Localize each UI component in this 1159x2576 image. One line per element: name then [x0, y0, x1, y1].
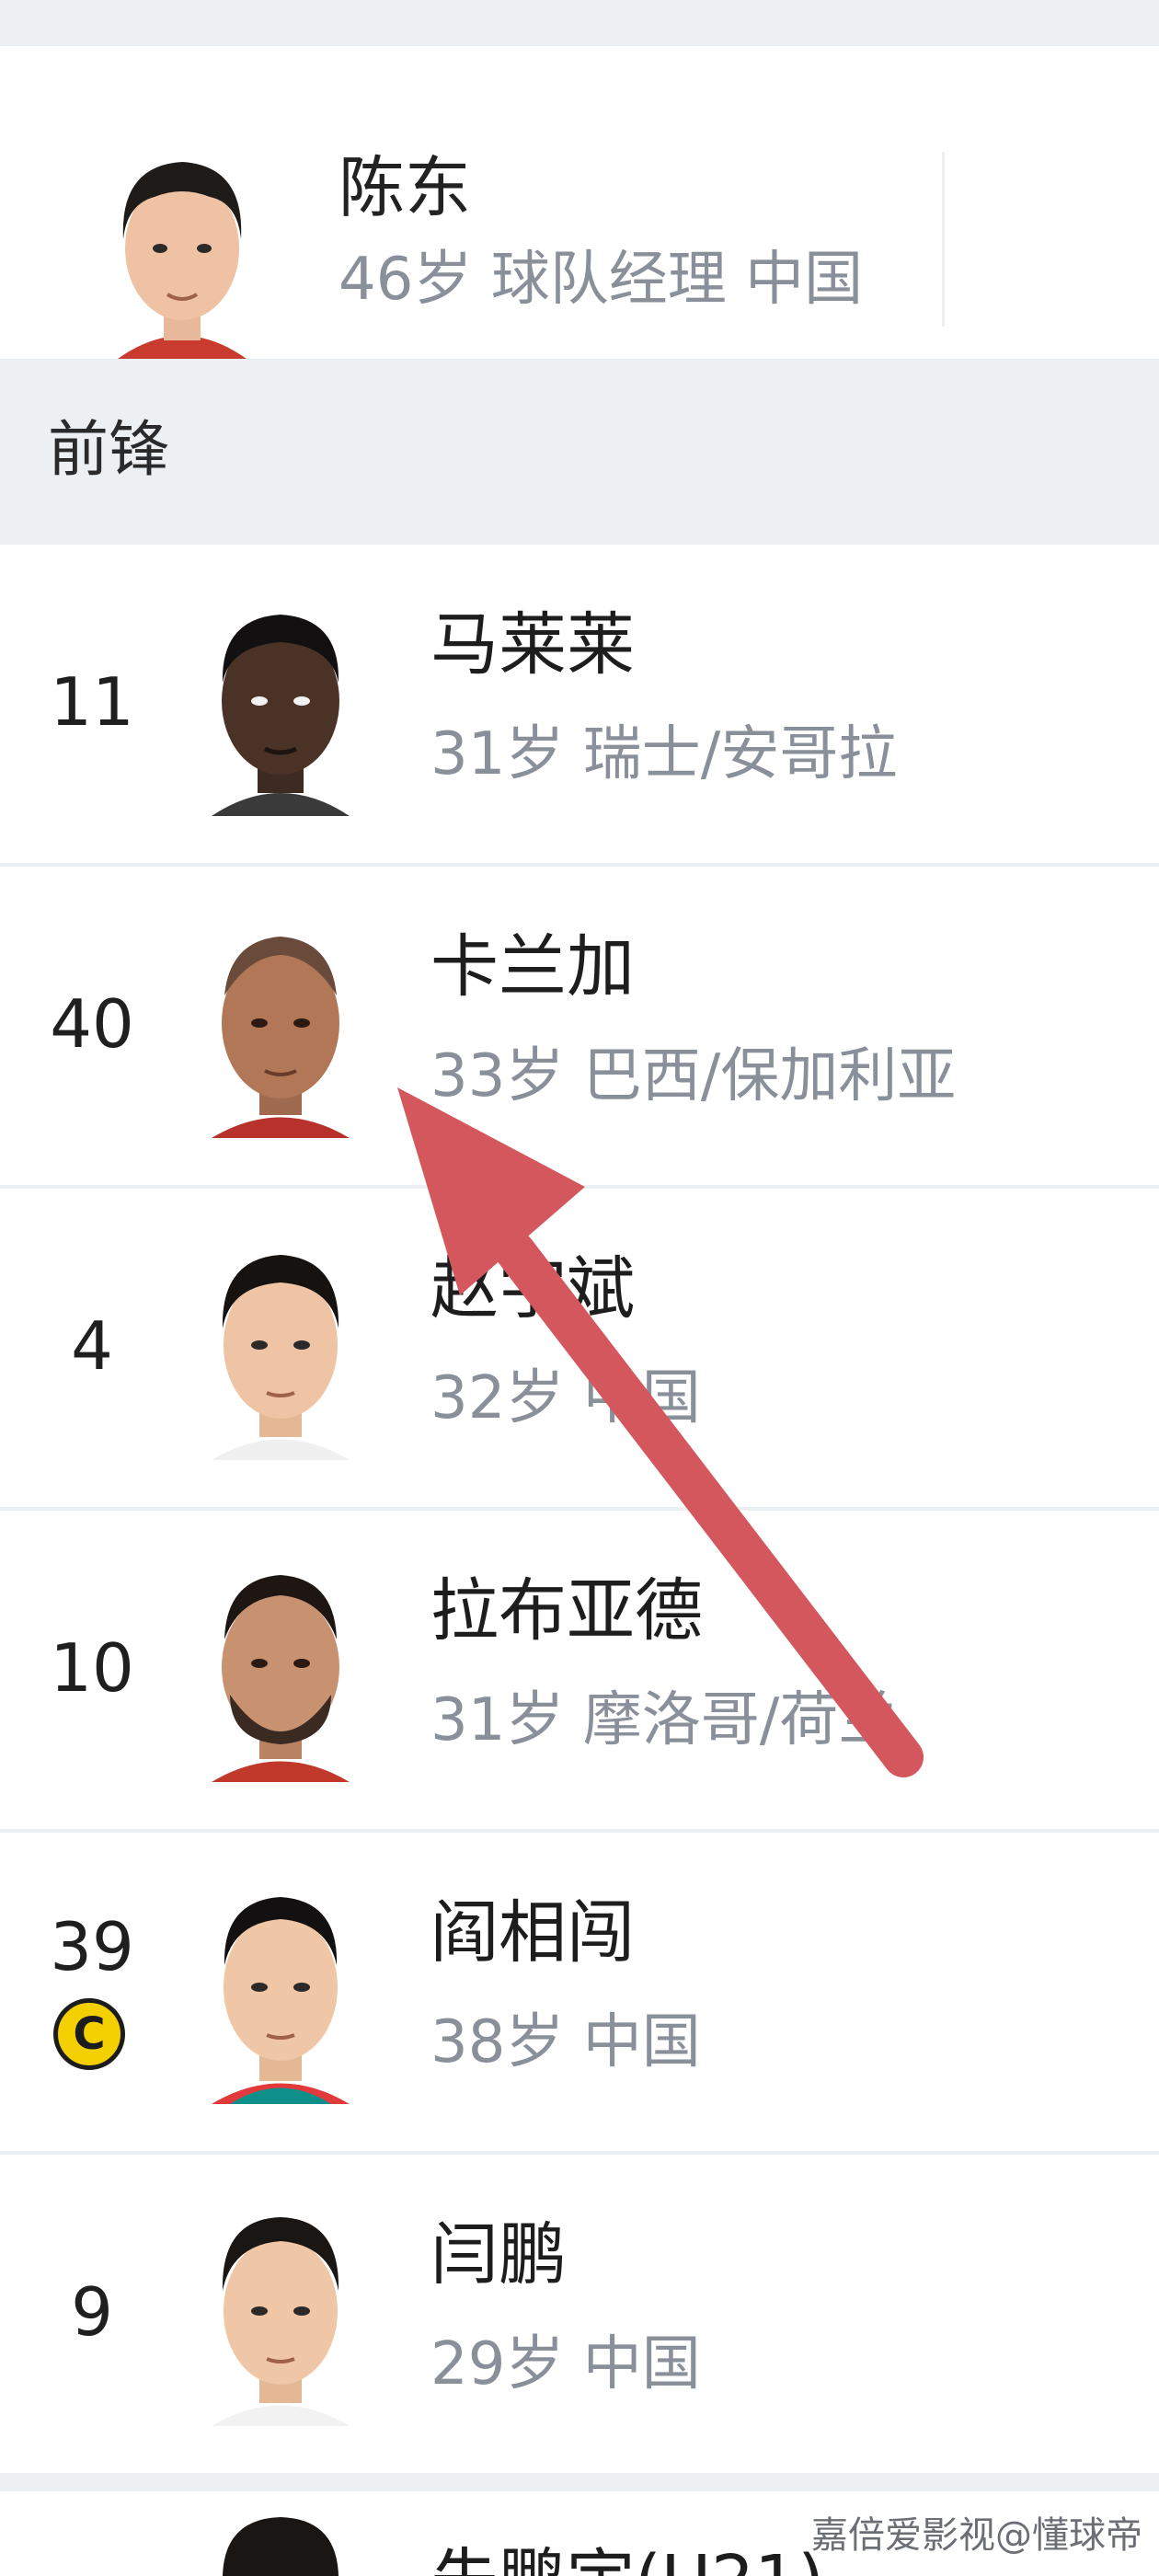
manager-photo — [118, 162, 247, 368]
manager-info: 46岁 球队经理 中国 — [339, 246, 864, 314]
player-number: 11 — [50, 663, 134, 741]
player-name: 马莱莱 — [430, 605, 635, 684]
player-avatar — [202, 1869, 359, 2109]
player-info: 38岁 中国 — [430, 2008, 701, 2076]
player-info: 29岁 中国 — [430, 2330, 701, 2398]
player-row[interactable]: 40 卡兰加 33岁 巴西/保加利亚 — [0, 867, 1159, 1185]
player-row[interactable]: 11 马莱莱 31岁 瑞士/安哥拉 — [0, 545, 1159, 863]
player-avatar — [202, 1225, 359, 1465]
player-name: 卡兰加 — [430, 927, 635, 1006]
player-info: 32岁 中国 — [430, 1364, 701, 1432]
watermark: 嘉倍爱影视@懂球帝 — [811, 2514, 1142, 2557]
player-number: 39 — [50, 1908, 134, 1985]
player-number: 10 — [50, 1629, 134, 1707]
player-avatar — [202, 581, 359, 821]
section-title: 前锋 — [48, 414, 169, 485]
player-name: 闫鹏 — [430, 2215, 567, 2294]
player-info: 31岁 瑞士/安哥拉 — [430, 720, 898, 788]
section-header-forwards: 前锋 — [0, 359, 1159, 543]
player-name: 朱鹏宇(U21) — [430, 2547, 824, 2576]
player-avatar — [202, 1547, 359, 1787]
player-name: 赵宇斌 — [430, 1249, 635, 1328]
player-row[interactable]: 4 赵宇斌 32岁 中国 — [0, 1189, 1159, 1507]
player-row[interactable]: 39 C 阎相闯 38岁 中国 — [0, 1833, 1159, 2151]
player-name: 拉布亚德 — [430, 1571, 703, 1650]
manager-card[interactable]: 陈东 46岁 球队经理 中国 — [0, 46, 1159, 377]
player-row[interactable]: 9 闫鹏 29岁 中国 — [0, 2155, 1159, 2473]
vertical-divider — [942, 152, 945, 327]
player-number: 40 — [50, 985, 134, 1063]
player-info: 31岁 摩洛哥/荷兰 — [430, 1686, 898, 1754]
player-info: 33岁 巴西/保加利亚 — [430, 1042, 957, 1110]
player-number: 4 — [71, 1307, 113, 1385]
manager-avatar — [99, 129, 265, 368]
player-avatar — [223, 2517, 339, 2576]
captain-badge: C — [53, 1998, 125, 2070]
top-spacer — [0, 0, 1159, 46]
player-name: 阎相闯 — [430, 1893, 635, 1972]
player-avatar — [202, 903, 359, 1143]
player-avatar — [202, 2191, 359, 2431]
manager-name: 陈东 — [339, 149, 472, 226]
player-row[interactable]: 10 拉布亚德 31岁 摩洛哥/荷兰 — [0, 1511, 1159, 1829]
player-number: 9 — [71, 2273, 113, 2351]
